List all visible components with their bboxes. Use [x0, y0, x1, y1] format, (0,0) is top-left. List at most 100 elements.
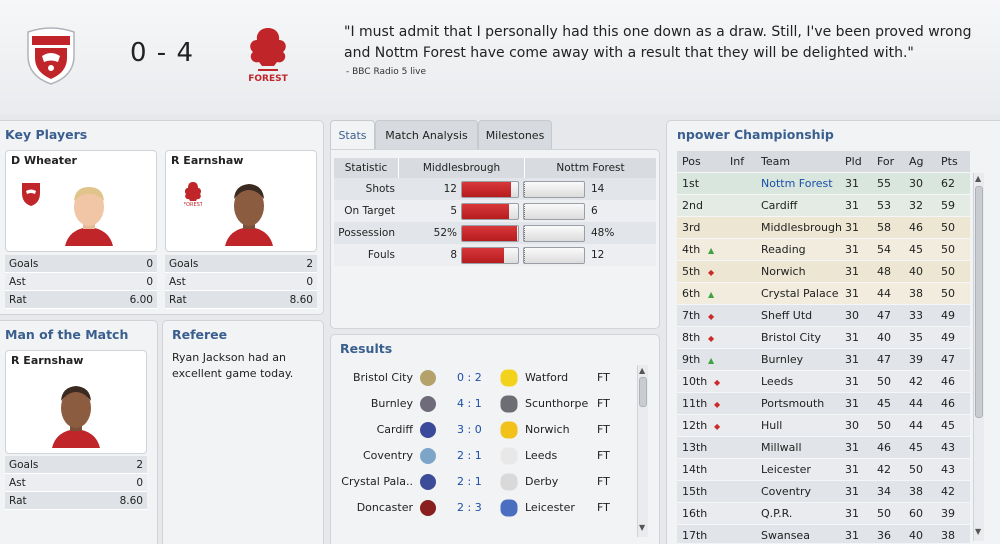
league-row[interactable]: 10th Leeds 31 50 42 46 ◆ — [677, 371, 970, 393]
league-team[interactable]: Middlesbrough — [761, 221, 842, 234]
league-pld: 31 — [845, 529, 859, 542]
motm-card[interactable]: R Earnshaw — [5, 350, 147, 454]
result-away-team[interactable]: Leicester — [525, 501, 575, 514]
league-team[interactable]: Millwall — [761, 441, 802, 454]
arrow-down-icon: ◆ — [714, 400, 721, 409]
stat-value: 6.00 — [129, 293, 153, 306]
result-away-team[interactable]: Watford — [525, 371, 568, 384]
league-team[interactable]: Norwich — [761, 265, 806, 278]
league-team[interactable]: Leeds — [761, 375, 793, 388]
middlesbrough-crest-icon[interactable] — [22, 26, 80, 86]
league-team[interactable]: Coventry — [761, 485, 811, 498]
result-home-team[interactable]: Cardiff — [377, 423, 413, 436]
result-away-team[interactable]: Leeds — [525, 449, 557, 462]
tab-milestones[interactable]: Milestones — [478, 120, 552, 150]
stat-home-value: 12 — [443, 183, 457, 195]
league-scrollbar[interactable]: ▲ ▼ — [973, 173, 984, 541]
result-away-team[interactable]: Derby — [525, 475, 558, 488]
league-team[interactable]: Sheff Utd — [761, 309, 812, 322]
scroll-down-icon[interactable]: ▼ — [639, 523, 645, 532]
league-team[interactable]: Cardiff — [761, 199, 797, 212]
league-pts: 50 — [941, 243, 955, 256]
league-row[interactable]: 4th Reading 31 54 45 50 ▲ — [677, 239, 970, 261]
nottm-forest-crest-icon[interactable]: FOREST — [246, 26, 290, 86]
league-for: 44 — [877, 287, 891, 300]
player-card-home[interactable]: D Wheater — [5, 150, 157, 252]
result-row[interactable]: Crystal Pala.. 2 : 1 Derby FT — [331, 469, 636, 495]
league-team[interactable]: Nottm Forest — [761, 177, 833, 190]
results-scrollbar[interactable]: ▲ ▼ — [637, 365, 648, 537]
result-home-team[interactable]: Coventry — [363, 449, 413, 462]
league-header-for: For — [877, 155, 895, 168]
league-row[interactable]: 17th Swansea 31 36 40 38 — [677, 525, 970, 543]
league-row[interactable]: 16th Q.P.R. 31 50 60 39 — [677, 503, 970, 525]
league-pts: 50 — [941, 265, 955, 278]
result-score[interactable]: 0 : 2 — [457, 371, 482, 384]
scroll-thumb[interactable] — [639, 377, 647, 407]
league-team[interactable]: Portsmouth — [761, 397, 824, 410]
league-row[interactable]: 13th Millwall 31 46 45 43 — [677, 437, 970, 459]
player-stats-away: Goals 2 Ast 0 Rat 8.60 — [165, 255, 317, 309]
result-away-team[interactable]: Norwich — [525, 423, 570, 436]
league-team[interactable]: Bristol City — [761, 331, 821, 344]
league-team[interactable]: Crystal Palace — [761, 287, 839, 300]
arrow-down-icon: ◆ — [714, 378, 721, 387]
league-row[interactable]: 1st Nottm Forest 31 55 30 62 — [677, 173, 970, 195]
scroll-up-icon[interactable]: ▲ — [975, 174, 981, 183]
league-header-row: Pos Inf Team Pld For Ag Pts — [677, 151, 970, 173]
scroll-down-icon[interactable]: ▼ — [975, 527, 981, 536]
league-team[interactable]: Leicester — [761, 463, 811, 476]
result-row[interactable]: Doncaster 2 : 3 Leicester FT — [331, 495, 636, 521]
league-row[interactable]: 11th Portsmouth 31 45 44 46 ◆ — [677, 393, 970, 415]
league-row[interactable]: 6th Crystal Palace 31 44 38 50 ▲ — [677, 283, 970, 305]
result-row[interactable]: Bristol City 0 : 2 Watford FT — [331, 365, 636, 391]
stat-value: 0 — [136, 476, 143, 489]
league-row[interactable]: 9th Burnley 31 47 39 47 ▲ — [677, 349, 970, 371]
tab-match-analysis[interactable]: Match Analysis — [375, 120, 478, 150]
league-pld: 31 — [845, 485, 859, 498]
league-pos: 5th — [682, 265, 701, 278]
stat-home-bar-fill — [462, 225, 517, 241]
stat-label: Rat — [9, 494, 27, 507]
result-home-team[interactable]: Crystal Pala.. — [341, 475, 413, 488]
league-row[interactable]: 15th Coventry 31 34 38 42 — [677, 481, 970, 503]
league-pos: 7th — [682, 309, 701, 322]
result-row[interactable]: Cardiff 3 : 0 Norwich FT — [331, 417, 636, 443]
result-home-team[interactable]: Doncaster — [357, 501, 413, 514]
league-row[interactable]: 5th Norwich 31 48 40 50 ◆ — [677, 261, 970, 283]
league-row[interactable]: 2nd Cardiff 31 53 32 59 — [677, 195, 970, 217]
result-home-team[interactable]: Bristol City — [353, 371, 413, 384]
league-header-pts: Pts — [941, 155, 958, 168]
league-row[interactable]: 8th Bristol City 31 40 35 49 ◆ — [677, 327, 970, 349]
result-score[interactable]: 2 : 1 — [457, 449, 482, 462]
league-team[interactable]: Q.P.R. — [761, 507, 792, 520]
league-row[interactable]: 3rd Middlesbrough 31 58 46 50 — [677, 217, 970, 239]
stat-away-bar — [523, 246, 585, 264]
league-team[interactable]: Hull — [761, 419, 782, 432]
player-card-away[interactable]: R Earnshaw FOREST — [165, 150, 317, 252]
league-team[interactable]: Swansea — [761, 529, 810, 542]
league-pld: 31 — [845, 265, 859, 278]
league-row[interactable]: 12th Hull 30 50 44 45 ◆ — [677, 415, 970, 437]
league-team[interactable]: Reading — [761, 243, 806, 256]
league-team[interactable]: Burnley — [761, 353, 803, 366]
result-home-team[interactable]: Burnley — [371, 397, 413, 410]
stat-row: Ast 0 — [5, 273, 157, 291]
stat-row: Ast 0 — [165, 273, 317, 291]
result-score[interactable]: 3 : 0 — [457, 423, 482, 436]
result-away-team[interactable]: Scunthorpe — [525, 397, 588, 410]
league-row[interactable]: 14th Leicester 31 42 50 43 — [677, 459, 970, 481]
tab-stats[interactable]: Stats — [330, 120, 375, 150]
result-row[interactable]: Burnley 4 : 1 Scunthorpe FT — [331, 391, 636, 417]
league-ag: 44 — [909, 419, 923, 432]
result-score[interactable]: 2 : 3 — [457, 501, 482, 514]
stat-row: Rat 6.00 — [5, 291, 157, 309]
scroll-thumb[interactable] — [975, 186, 983, 418]
result-row[interactable]: Coventry 2 : 1 Leeds FT — [331, 443, 636, 469]
result-score[interactable]: 4 : 1 — [457, 397, 482, 410]
stat-label: Ast — [9, 476, 26, 489]
result-score[interactable]: 2 : 1 — [457, 475, 482, 488]
scroll-up-icon[interactable]: ▲ — [639, 366, 645, 375]
league-row[interactable]: 7th Sheff Utd 30 47 33 49 ◆ — [677, 305, 970, 327]
svg-text:FOREST: FOREST — [184, 202, 202, 207]
